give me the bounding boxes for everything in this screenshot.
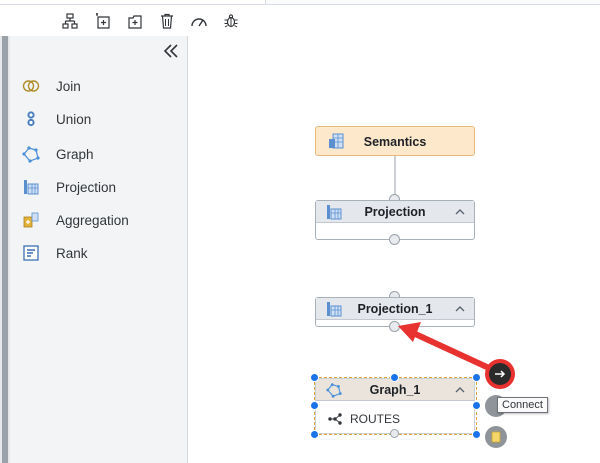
palette-item-join[interactable]: Join bbox=[22, 75, 182, 97]
debug-icon[interactable] bbox=[221, 11, 241, 31]
node-palette: Join Union Graph Projection Aggregation … bbox=[10, 36, 188, 463]
union-icon bbox=[22, 110, 40, 128]
graph-icon bbox=[22, 145, 40, 163]
aggregation-icon bbox=[22, 211, 40, 229]
join-icon bbox=[22, 77, 40, 95]
performance-icon[interactable] bbox=[189, 11, 209, 31]
connect-tooltip: Connect bbox=[497, 397, 548, 413]
connect-button[interactable] bbox=[489, 363, 511, 385]
tab-area-right bbox=[265, 0, 600, 5]
scroll-rail[interactable] bbox=[2, 36, 8, 463]
auto-layout-icon[interactable] bbox=[60, 11, 80, 31]
add-node-icon[interactable] bbox=[93, 11, 113, 31]
tab-area-left bbox=[0, 0, 265, 5]
palette-item-projection[interactable]: Projection bbox=[22, 176, 182, 198]
note-action-button[interactable] bbox=[485, 426, 507, 448]
projection-icon bbox=[22, 178, 40, 196]
palette-item-rank[interactable]: Rank bbox=[22, 242, 182, 264]
palette-item-union[interactable]: Union bbox=[22, 108, 182, 130]
rank-icon bbox=[22, 244, 40, 262]
palette-item-label: Join bbox=[56, 78, 81, 94]
palette-item-label: Projection bbox=[56, 179, 117, 195]
double-chevron-left-icon[interactable] bbox=[162, 42, 180, 60]
delete-icon[interactable] bbox=[157, 11, 177, 31]
note-icon bbox=[491, 431, 501, 443]
palette-item-aggregation[interactable]: Aggregation bbox=[22, 209, 182, 231]
palette-item-label: Aggregation bbox=[56, 212, 129, 228]
palette-item-label: Union bbox=[56, 111, 92, 127]
palette-item-graph[interactable]: Graph bbox=[22, 143, 182, 165]
editor-toolbar bbox=[0, 6, 600, 36]
arrow-right-icon bbox=[495, 370, 506, 378]
palette-item-label: Graph bbox=[56, 146, 94, 162]
palette-item-label: Rank bbox=[56, 245, 88, 261]
add-node-alt-icon[interactable] bbox=[125, 11, 145, 31]
modeling-canvas[interactable]: Semantics Projection Projection_1 Graph_… bbox=[189, 36, 600, 463]
window-edge bbox=[0, 36, 10, 463]
